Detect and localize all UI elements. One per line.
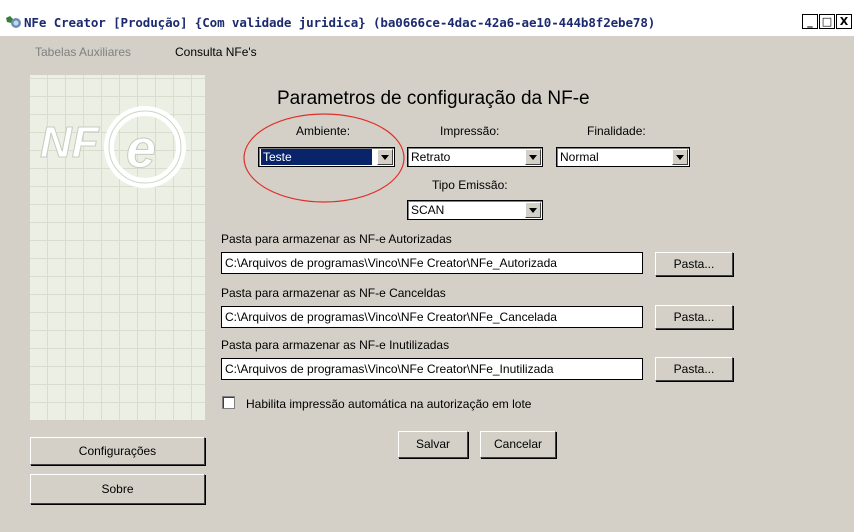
canceladas-folder-button-label: Pasta... (673, 310, 715, 324)
cancel-button[interactable]: Cancelar (480, 431, 556, 458)
menu-bar: Tabelas Auxiliares Consulta NFe's (0, 36, 854, 62)
chevron-down-icon[interactable] (377, 149, 393, 165)
save-button-label: Salvar (415, 437, 450, 451)
canceladas-folder-button[interactable]: Pasta... (655, 305, 733, 329)
maximize-button[interactable]: □ (819, 14, 835, 29)
app-icon (6, 16, 21, 28)
inutilizadas-folder-button-label: Pasta... (673, 362, 715, 376)
finalidade-label: Finalidade: (587, 124, 646, 138)
inutilizadas-label: Pasta para armazenar as NF-e Inutilizada… (221, 338, 450, 352)
chevron-down-icon[interactable] (525, 202, 541, 218)
save-button[interactable]: Salvar (398, 431, 468, 458)
nfe-logo-icon: NF e (40, 106, 186, 188)
autorizadas-folder-button-label: Pasta... (673, 257, 715, 271)
canceladas-path-value: C:\Arquivos de programas\Vinco\NFe Creat… (225, 310, 557, 324)
cancel-button-label: Cancelar (493, 437, 543, 451)
impressao-label: Impressão: (440, 124, 500, 138)
chevron-down-icon[interactable] (525, 149, 541, 165)
svg-text:e: e (126, 119, 156, 179)
nfe-logo-panel: NF e (30, 75, 205, 420)
configuracoes-button-label: Configurações (78, 444, 157, 458)
tipo-emissao-label: Tipo Emissão: (432, 178, 508, 192)
about-button-label: Sobre (101, 482, 134, 496)
inutilizadas-path-input[interactable]: C:\Arquivos de programas\Vinco\NFe Creat… (221, 358, 643, 380)
inutilizadas-folder-button[interactable]: Pasta... (655, 357, 733, 381)
tipo-emissao-value: SCAN (411, 203, 445, 217)
canceladas-path-input[interactable]: C:\Arquivos de programas\Vinco\NFe Creat… (221, 306, 643, 328)
menu-consulta-nfes[interactable]: Consulta NFe's (175, 45, 257, 59)
autorizadas-label: Pasta para armazenar as NF-e Autorizadas (221, 232, 452, 246)
chevron-down-icon[interactable] (672, 149, 688, 165)
tipo-emissao-select[interactable]: SCAN (407, 200, 543, 220)
auto-print-label: Habilita impressão automática na autoriz… (246, 397, 532, 411)
finalidade-value: Normal (560, 150, 599, 164)
page-title: Parametros de configuração da NF-e (277, 88, 590, 109)
window-title: NFe Creator [Produção] {Com validade jur… (24, 15, 656, 30)
minimize-button[interactable]: _ (802, 14, 818, 29)
impressao-value: Retrato (411, 150, 451, 164)
configuracoes-button[interactable]: Configurações (30, 437, 205, 465)
inutilizadas-path-value: C:\Arquivos de programas\Vinco\NFe Creat… (225, 362, 554, 376)
finalidade-select[interactable]: Normal (556, 147, 690, 167)
autorizadas-path-input[interactable]: C:\Arquivos de programas\Vinco\NFe Creat… (221, 252, 643, 274)
autorizadas-path-value: C:\Arquivos de programas\Vinco\NFe Creat… (225, 256, 557, 270)
canceladas-label: Pasta para armazenar as NF-e Canceldas (221, 286, 446, 300)
auto-print-checkbox[interactable] (222, 396, 235, 409)
svg-text:NF: NF (40, 118, 100, 167)
ambiente-value: Teste (261, 149, 372, 165)
about-button[interactable]: Sobre (30, 474, 205, 504)
ambiente-label: Ambiente: (296, 124, 351, 138)
menu-tabelas-auxiliares[interactable]: Tabelas Auxiliares (35, 45, 131, 59)
title-bar: NFe Creator [Produção] {Com validade jur… (0, 0, 854, 36)
autorizadas-folder-button[interactable]: Pasta... (655, 252, 733, 276)
ambiente-select[interactable]: Teste (258, 147, 395, 167)
impressao-select[interactable]: Retrato (407, 147, 543, 167)
close-button[interactable]: X (836, 14, 852, 29)
window-controls: _ □ X (801, 14, 852, 29)
